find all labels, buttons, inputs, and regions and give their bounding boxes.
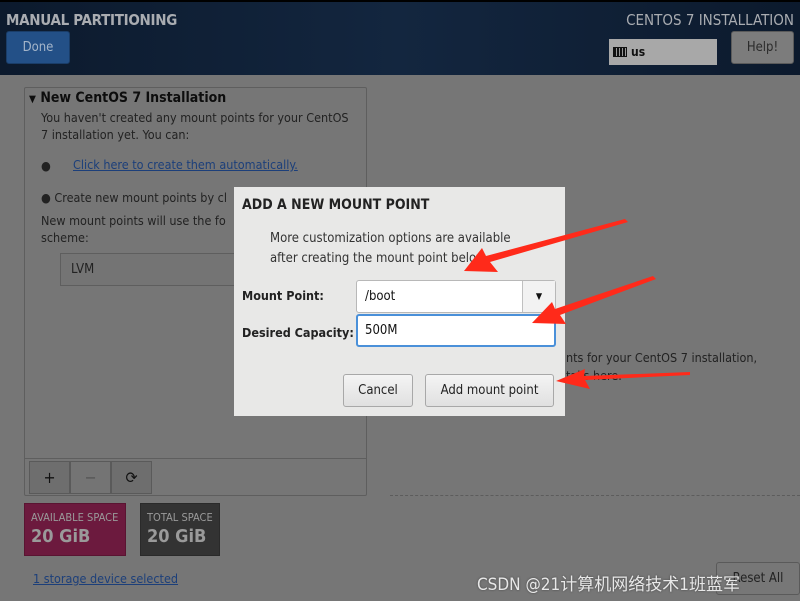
partition-scheme-dropdown[interactable]: LVM bbox=[60, 253, 250, 286]
keyboard-layout-indicator[interactable]: us bbox=[609, 39, 717, 65]
available-space-box: AVAILABLE SPACE 20 GiB bbox=[24, 503, 126, 556]
add-mount-point-dialog: ADD A NEW MOUNT POINT More customization… bbox=[234, 187, 565, 416]
right-help-line-1: nts for your CentOS 7 installation, bbox=[566, 350, 758, 365]
manual-create-label: Create new mount points by cl bbox=[54, 190, 227, 205]
refresh-button[interactable]: ⟳ bbox=[111, 461, 152, 494]
right-help-line-2: tails here. bbox=[566, 368, 622, 383]
mount-point-value: /boot bbox=[365, 289, 396, 304]
chevron-down-icon[interactable]: ▼ bbox=[522, 281, 555, 312]
page-title: MANUAL PARTITIONING bbox=[6, 11, 177, 29]
intro-text: You haven't created any mount points for… bbox=[41, 109, 349, 143]
scheme-line-1: New mount points will use the fo bbox=[41, 213, 226, 228]
scheme-text: New mount points will use the fo scheme: bbox=[41, 212, 226, 246]
dialog-description: More customization options are available… bbox=[270, 229, 511, 269]
manual-create-text: ● Create new mount points by cl bbox=[41, 190, 227, 205]
storage-device-link[interactable]: 1 storage device selected bbox=[33, 571, 178, 586]
installation-expander[interactable]: ▼ New CentOS 7 Installation bbox=[29, 90, 226, 106]
dialog-description-line-1: More customization options are available bbox=[270, 231, 511, 246]
help-button[interactable]: Help! bbox=[731, 31, 794, 64]
mount-point-label: Mount Point: bbox=[242, 288, 324, 303]
mount-point-combobox[interactable]: /boot ▼ bbox=[356, 280, 556, 313]
intro-line-1: You haven't created any mount points for… bbox=[41, 110, 349, 125]
header: MANUAL PARTITIONING CENTOS 7 INSTALLATIO… bbox=[0, 0, 800, 75]
mount-point-toolbar: + − ⟳ bbox=[25, 458, 366, 495]
available-space-label: AVAILABLE SPACE bbox=[31, 511, 119, 524]
minus-icon: − bbox=[84, 468, 97, 487]
watermark: CSDN @21计算机网络技术1班蓝军 bbox=[477, 575, 740, 595]
keyboard-layout-label: us bbox=[631, 45, 646, 59]
add-mount-point-button[interactable]: + bbox=[29, 461, 70, 494]
product-title: CENTOS 7 INSTALLATION bbox=[626, 11, 794, 29]
auto-create-link[interactable]: Click here to create them automatically. bbox=[73, 157, 298, 172]
keyboard-icon bbox=[613, 47, 627, 57]
available-space-value: 20 GiB bbox=[31, 526, 91, 547]
total-space-value: 20 GiB bbox=[147, 526, 207, 547]
right-help-text: nts for your CentOS 7 installation, tails… bbox=[566, 349, 757, 385]
total-space-box: TOTAL SPACE 20 GiB bbox=[140, 503, 220, 556]
scheme-line-2: scheme: bbox=[41, 230, 89, 245]
intro-line-2: 7 installation yet. You can: bbox=[41, 127, 190, 142]
remove-mount-point-button[interactable]: − bbox=[70, 461, 111, 494]
cancel-button[interactable]: Cancel bbox=[343, 374, 413, 407]
total-space-label: TOTAL SPACE bbox=[147, 511, 213, 524]
divider bbox=[390, 495, 800, 496]
dialog-description-line-2: after creating the mount point below. bbox=[270, 251, 489, 266]
plus-icon: + bbox=[43, 468, 56, 487]
triangle-down-icon: ▼ bbox=[29, 94, 36, 105]
desired-capacity-label: Desired Capacity: bbox=[242, 325, 354, 340]
bullet-icon: ● bbox=[41, 158, 51, 173]
installation-title: New CentOS 7 Installation bbox=[40, 90, 227, 106]
done-button[interactable]: Done bbox=[6, 31, 70, 64]
desired-capacity-input[interactable]: 500M bbox=[356, 314, 556, 347]
refresh-icon: ⟳ bbox=[125, 468, 138, 487]
dialog-title: ADD A NEW MOUNT POINT bbox=[242, 197, 430, 213]
add-mount-point-confirm-button[interactable]: Add mount point bbox=[425, 374, 554, 407]
